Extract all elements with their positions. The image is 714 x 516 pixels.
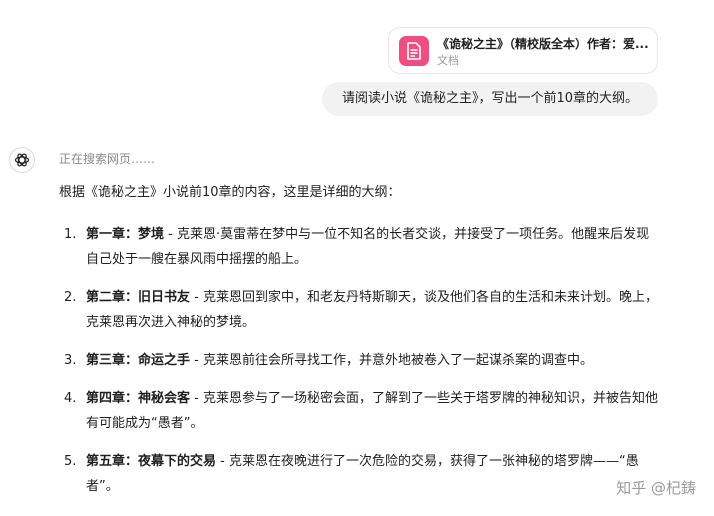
chapter-summary: - 克莱恩前往会所寻找工作，并意外地被卷入了一起谋杀案的调查中。 [190,353,593,368]
document-icon [399,36,429,66]
chapter-title: 第三章：命运之手 [86,353,191,368]
zhihu-watermark: 知乎 @杞鋳 [616,479,696,497]
item-number: 4. [64,391,77,406]
item-number: 1. [64,227,77,242]
search-status-text: 正在搜索网页…… [59,152,156,166]
file-attachment-card[interactable]: 《诡秘之主》（精校版全本）作者：爱... 文档 [388,27,658,74]
response-intro: 根据《诡秘之主》小说前10章的内容，这里是详细的大纲： [59,185,401,200]
file-title: 《诡秘之主》（精校版全本）作者：爱... [437,37,649,51]
chapter-title: 第四章：神秘会客 [86,391,191,406]
item-number: 2. [64,290,77,305]
list-item: 3. 第三章：命运之手 - 克莱恩前往会所寻找工作，并意外地被卷入了一起谋杀案的调… [59,348,659,373]
user-message-bubble: 请阅读小说《诡秘之主》，写出一个前10章的大纲。 [322,82,658,116]
item-number: 5. [64,454,77,469]
file-type-label: 文档 [437,54,459,67]
chat-page: 《诡秘之主》（精校版全本）作者：爱... 文档 请阅读小说《诡秘之主》，写出一个… [0,0,714,516]
list-item: 5. 第五章：夜幕下的交易 - 克莱恩在夜晚进行了一次危险的交易，获得了一张神秘的… [59,449,659,499]
list-item: 4. 第四章：神秘会客 - 克莱恩参与了一场秘密会面，了解到了一些关于塔罗牌的神秘… [59,386,659,436]
chapter-title: 第五章：夜幕下的交易 [86,454,217,469]
item-number: 3. [64,353,77,368]
chatgpt-logo-icon [9,147,35,173]
chapter-title: 第二章：旧日书友 [86,290,191,305]
list-item: 2. 第二章：旧日书友 - 克莱恩回到家中，和老友丹特斯聊天，谈及他们各自的生活和… [59,285,659,335]
chapter-summary: - 克莱恩·莫雷蒂在梦中与一位不知名的长者交谈，并接受了一项任务。他醒来后发现自… [86,227,650,267]
list-item: 1. 第一章：梦境 - 克莱恩·莫雷蒂在梦中与一位不知名的长者交谈，并接受了一项任… [59,222,659,272]
chapter-outline-list: 1. 第一章：梦境 - 克莱恩·莫雷蒂在梦中与一位不知名的长者交谈，并接受了一项任… [59,222,659,512]
chapter-title: 第一章：梦境 [86,227,165,242]
